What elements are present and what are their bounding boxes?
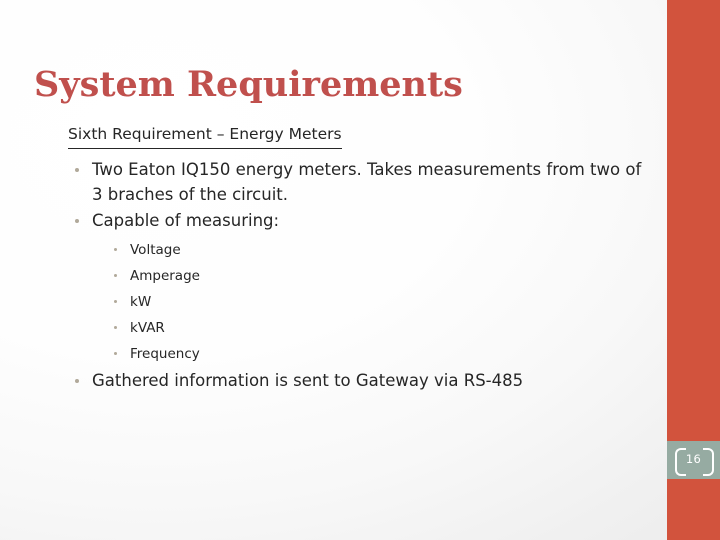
sub-list-item: Amperage <box>92 263 648 289</box>
bullet-text: Gathered information is sent to Gateway … <box>92 370 524 390</box>
bullet-text: Two Eaton IQ150 energy meters. Takes mea… <box>92 160 642 204</box>
sub-list-item: Voltage <box>92 237 648 263</box>
sub-bullet-list: Voltage Amperage kW kVAR Frequency <box>92 237 648 367</box>
bullet-list: Two Eaton IQ150 energy meters. Takes mea… <box>68 158 648 393</box>
sub-list-item: Frequency <box>92 341 648 367</box>
sub-bullet-text: kVAR <box>130 319 165 336</box>
bracket-left-icon <box>675 448 686 476</box>
slide: 16 System Requirements Sixth Requirement… <box>0 0 720 540</box>
list-item: Gathered information is sent to Gateway … <box>68 369 648 394</box>
sub-bullet-text: Frequency <box>130 345 200 362</box>
page-number-badge: 16 <box>667 441 720 479</box>
sub-bullet-text: Amperage <box>130 267 200 284</box>
bullet-text: Capable of measuring: <box>92 211 280 230</box>
sub-bullet-text: Voltage <box>130 241 181 258</box>
page-number-label: 16 <box>685 452 702 467</box>
sub-list-item: kVAR <box>92 315 648 341</box>
section-heading: Sixth Requirement – Energy Meters <box>68 126 342 149</box>
page-title: System Requirements <box>34 64 463 106</box>
list-item: Two Eaton IQ150 energy meters. Takes mea… <box>68 158 648 207</box>
sub-bullet-text: kW <box>130 293 152 310</box>
bracket-right-icon <box>703 448 714 476</box>
list-item: Capable of measuring: Voltage Amperage k… <box>68 209 648 367</box>
sub-list-item: kW <box>92 289 648 315</box>
slide-body: Sixth Requirement – Energy Meters Two Ea… <box>68 126 648 395</box>
